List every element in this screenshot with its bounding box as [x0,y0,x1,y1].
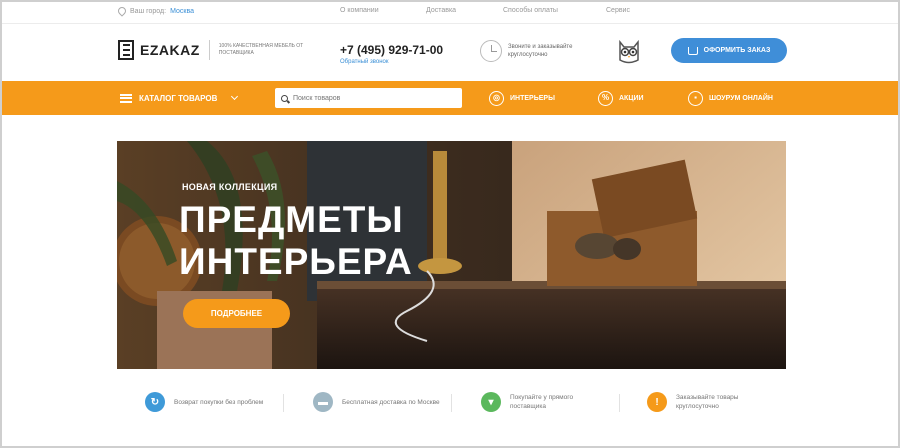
search-input[interactable] [293,94,453,102]
payment-link[interactable]: Способы оплаты [503,7,558,14]
hero-kicker: НОВАЯ КОЛЛЕКЦИЯ [182,182,278,192]
feature-divider [451,394,452,412]
feature-delivery: ▬ Бесплатная доставка по Москве [313,392,442,412]
service-link[interactable]: Сервис [606,7,630,14]
order-button[interactable]: ОФОРМИТЬ ЗАКАЗ [671,38,787,63]
nav-showroom[interactable]: ▪ ШОУРУМ ОНЛАЙН [688,81,773,115]
logo[interactable]: EZAKAZ 100% КАЧЕСТВЕННАЯ МЕБЕЛЬ ОТ ПОСТА… [118,40,309,60]
owl-mascot-icon [619,39,639,64]
hero-title-line2: ИНТЕРЬЕРА [179,241,413,282]
feature-hours-text: Заказывайте товары круглосуточно [676,394,739,410]
order-button-label: ОФОРМИТЬ ЗАКАЗ [703,47,771,54]
catalog-label: КАТАЛОГ ТОВАРОВ [139,93,218,103]
cart-icon [687,46,698,55]
hero-banner[interactable]: НОВАЯ КОЛЛЕКЦИЯ ПРЕДМЕТЫ ИНТЕРЬЕРА ПОДРО… [117,141,786,369]
phone-block: +7 (495) 929-71-00 Обратный звонок [340,43,443,65]
feature-hours: ! Заказывайте товары круглосуточно [647,392,776,412]
city-selector[interactable]: Ваш город: Москва [116,5,194,17]
chevron-down-icon [231,92,239,101]
camera-icon: ▪ [688,90,703,106]
feature-return-text: Возврат покупки без проблем [174,398,264,406]
clock-icon [480,40,502,62]
nav-showroom-label: ШОУРУМ ОНЛАЙН [709,94,773,102]
feature-delivery-text: Бесплатная доставка по Москве [342,398,440,406]
clock-icon: ! [647,392,667,412]
globe-icon: ◎ [489,90,504,106]
feature-supplier-text: Покупайте у прямого поставщика [510,394,574,410]
percent-icon: % [598,90,613,106]
about-link[interactable]: О компании [340,7,379,14]
nav-sales[interactable]: % АКЦИИ [598,81,644,115]
call-hours-block: Звоните и заказывайте круглосуточно [480,40,600,62]
menu-icon [120,93,132,103]
feature-divider [283,394,284,412]
feature-supplier: ▾ Покупайте у прямого поставщика [481,392,610,412]
main-nav: КАТАЛОГ ТОВАРОВ ◎ ИНТЕРЬЕРЫ % АКЦИИ ▪ ШО… [0,81,900,115]
feature-divider [619,394,620,412]
catalog-button[interactable]: КАТАЛОГ ТОВАРОВ [120,81,239,115]
city-label: Ваш город: [130,7,167,15]
call-hours-text: Звоните и заказывайте круглосуточно [508,44,573,58]
feature-return: ↻ Возврат покупки без проблем [145,392,274,412]
logo-mark-icon [118,40,134,60]
search-box [275,88,462,108]
more-button[interactable]: ПОДРОБНЕЕ [183,299,290,328]
return-icon: ↻ [145,392,165,412]
nav-interiors-label: ИНТЕРЬЕРЫ [510,94,555,102]
search-icon[interactable] [281,94,288,102]
hero-title: ПРЕДМЕТЫ ИНТЕРЬЕРА [179,199,413,283]
top-bar: Ваш город: Москва О компании Доставка Сп… [0,0,900,24]
logo-tagline: 100% КАЧЕСТВЕННАЯ МЕБЕЛЬ ОТ ПОСТАВЩИКА [218,43,304,56]
phone-number[interactable]: +7 (495) 929-71-00 [340,43,443,57]
location-pin-icon [116,5,128,17]
hero-title-line1: ПРЕДМЕТЫ [179,199,404,240]
features-row: ↻ Возврат покупки без проблем ▬ Бесплатн… [0,380,900,430]
cart-icon: ▾ [481,392,501,412]
logo-divider [208,40,210,60]
nav-sales-label: АКЦИИ [619,94,644,102]
logo-text: EZAKAZ [140,42,200,58]
delivery-link[interactable]: Доставка [426,7,456,14]
truck-icon: ▬ [313,392,333,412]
city-link[interactable]: Москва [170,8,194,15]
callback-link[interactable]: Обратный звонок [340,59,443,65]
nav-interiors[interactable]: ◎ ИНТЕРЬЕРЫ [489,81,555,115]
